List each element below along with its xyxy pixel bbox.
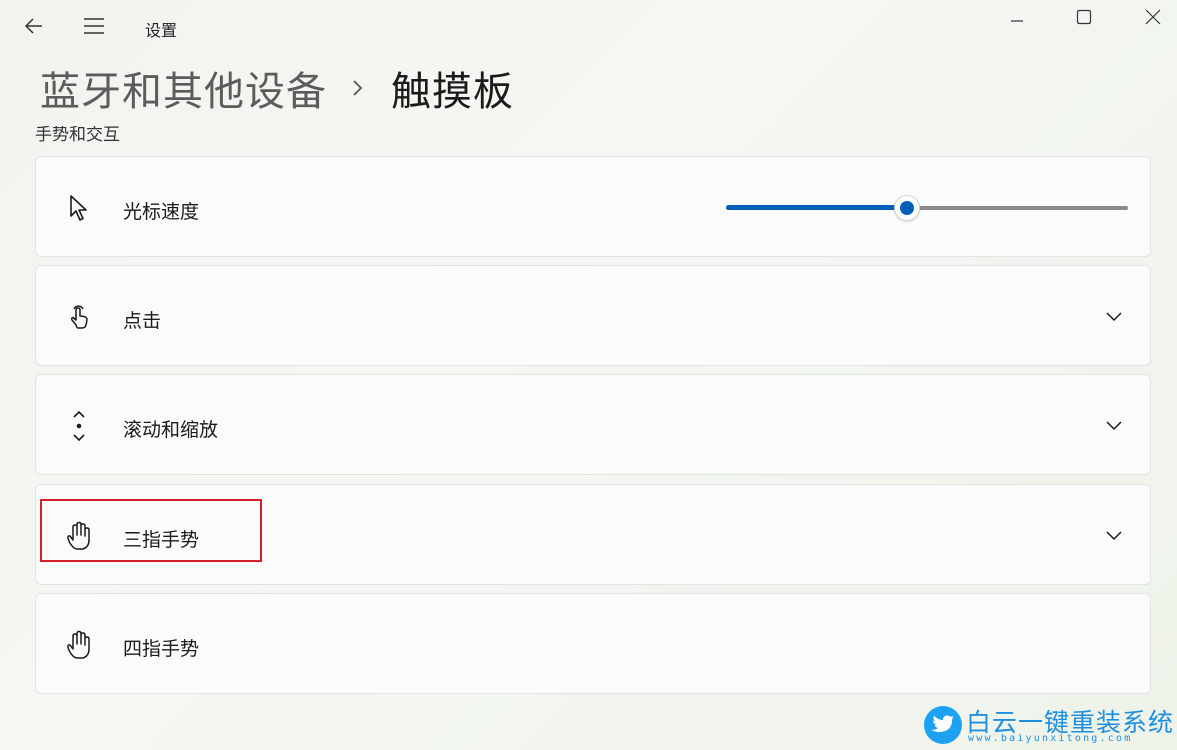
hand-icon <box>64 630 94 660</box>
app-title: 设置 <box>145 21 178 40</box>
breadcrumb-parent-link[interactable]: 蓝牙和其他设备 <box>40 59 327 117</box>
minimize-icon <box>1011 20 1023 22</box>
section-header: 手势和交互 <box>35 126 235 142</box>
chevron-right-icon <box>353 80 363 96</box>
breadcrumb-separator <box>351 78 365 98</box>
close-button[interactable] <box>1130 2 1176 32</box>
close-icon <box>1145 9 1161 25</box>
setting-card-four-finger-gestures[interactable]: 四指手势 <box>35 593 1151 694</box>
scroll-arrows-icon <box>64 410 94 442</box>
cursor-pointer-icon <box>64 193 94 223</box>
setting-label: 点击 <box>123 310 162 332</box>
breadcrumb: 蓝牙和其他设备 触摸板 <box>40 58 514 118</box>
maximize-button[interactable] <box>1061 2 1107 32</box>
setting-card-scroll-zoom[interactable]: 滚动和缩放 <box>35 374 1151 475</box>
navigation-menu-button[interactable] <box>80 12 108 40</box>
setting-label: 四指手势 <box>123 638 200 660</box>
arrow-left-icon <box>24 18 42 34</box>
watermark-logo: 白云一键重装系统 www.baiyunxitong.com <box>920 704 1173 746</box>
setting-card-cursor-speed: 光标速度 <box>35 156 1151 257</box>
twitter-bird-icon <box>924 706 962 744</box>
tap-finger-icon <box>64 302 94 332</box>
section-title: 手势和交互 <box>35 126 120 142</box>
slider-fill <box>726 205 907 210</box>
slider-thumb-dot <box>899 201 914 215</box>
highlight-annotation-box <box>40 499 262 562</box>
chevron-down-icon[interactable] <box>1103 525 1125 547</box>
title-bar: 设置 <box>0 0 1177 50</box>
back-button[interactable] <box>20 12 48 40</box>
page-title: 触摸板 <box>391 69 514 115</box>
setting-label: 光标速度 <box>123 201 200 223</box>
slider-thumb[interactable] <box>893 195 920 221</box>
chevron-down-icon[interactable] <box>1103 415 1125 437</box>
hamburger-menu-icon <box>84 18 104 34</box>
maximize-icon <box>1076 9 1092 25</box>
watermark-url-text: www.baiyunxitong.com <box>968 733 1133 744</box>
cursor-speed-slider[interactable] <box>726 195 1128 221</box>
minimize-button[interactable] <box>994 2 1040 32</box>
setting-card-taps[interactable]: 点击 <box>35 265 1151 366</box>
chevron-down-icon[interactable] <box>1103 306 1125 328</box>
setting-label: 滚动和缩放 <box>123 419 219 441</box>
